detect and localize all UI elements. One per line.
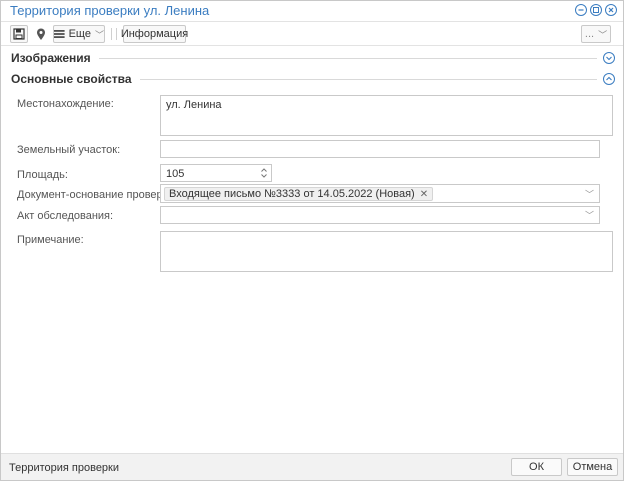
- section-main-title: Основные свойства: [11, 72, 132, 86]
- expand-section-button[interactable]: [603, 52, 615, 64]
- overflow-menu-button[interactable]: ... ﹀: [581, 25, 611, 43]
- area-stepper[interactable]: [260, 166, 268, 180]
- chevron-down-icon[interactable]: ﹀: [585, 187, 594, 200]
- ok-button-label: ОК: [529, 461, 544, 473]
- footer-title: Территория проверки: [9, 462, 120, 474]
- more-menu-button[interactable]: Еще ﹀: [53, 25, 105, 43]
- chevron-up-icon: [606, 76, 612, 81]
- overflow-label: ...: [584, 28, 595, 40]
- inspection-act-label: Акт обследования:: [17, 210, 114, 222]
- note-label: Примечание:: [17, 234, 84, 246]
- basis-document-tag-label: Входящее письмо №3333 от 14.05.2022 (Нов…: [169, 188, 415, 200]
- more-menu-label: Еще: [68, 28, 91, 40]
- close-icon: [608, 7, 614, 13]
- land-plot-field[interactable]: [160, 140, 600, 158]
- window-controls: [575, 4, 617, 16]
- toolbar-separator: [111, 28, 112, 40]
- toolbar-separator: [116, 28, 117, 40]
- area-label: Площадь:: [17, 169, 68, 181]
- maximize-button[interactable]: [590, 4, 602, 16]
- remove-tag-icon[interactable]: ✕: [420, 189, 428, 200]
- cancel-button[interactable]: Отмена: [567, 458, 618, 476]
- info-button[interactable]: Информация: [120, 25, 189, 43]
- location-label: Местонахождение:: [17, 98, 114, 110]
- dialog-window: Территория проверки ул. Ленина Еще ﹀ Инф…: [0, 0, 624, 481]
- minimize-button[interactable]: [575, 4, 587, 16]
- collapse-section-button[interactable]: [603, 73, 615, 85]
- chevron-down-icon: ﹀: [598, 29, 608, 40]
- section-main-header[interactable]: Основные свойства: [11, 71, 615, 87]
- maximize-icon: [593, 7, 599, 13]
- section-divider: [139, 78, 597, 80]
- basis-document-label: Документ-основание проверки:: [17, 189, 177, 201]
- close-button[interactable]: [605, 4, 617, 16]
- section-images-header[interactable]: Изображения: [11, 50, 615, 66]
- chevron-down-icon: [606, 56, 612, 61]
- dialog-footer: Территория проверки ОК Отмена: [1, 453, 623, 480]
- location-field[interactable]: ул. Ленина: [160, 95, 613, 136]
- area-value: 105: [166, 168, 185, 180]
- toolbar: Еще ﹀ Информация ... ﹀: [1, 21, 623, 46]
- note-field[interactable]: [160, 231, 613, 272]
- location-button[interactable]: [33, 26, 49, 42]
- window-title: Территория проверки ул. Ленина: [10, 3, 210, 18]
- map-pin-icon: [37, 28, 45, 40]
- basis-document-field[interactable]: Входящее письмо №3333 от 14.05.2022 (Нов…: [160, 184, 600, 203]
- chevron-down-icon: ﹀: [94, 29, 104, 40]
- hamburger-icon: [54, 30, 65, 38]
- ok-button[interactable]: ОК: [511, 458, 562, 476]
- save-icon: [13, 28, 25, 40]
- cancel-button-label: Отмена: [572, 461, 613, 473]
- section-divider: [98, 57, 597, 59]
- save-button[interactable]: [10, 25, 28, 43]
- section-images-title: Изображения: [11, 51, 91, 65]
- basis-document-tag: Входящее письмо №3333 от 14.05.2022 (Нов…: [164, 187, 434, 201]
- area-field[interactable]: 105: [160, 164, 272, 182]
- inspection-act-field[interactable]: ﹀: [160, 206, 600, 224]
- location-value: ул. Ленина: [166, 99, 222, 111]
- title-bar: Территория проверки ул. Ленина: [1, 1, 623, 20]
- stepper-icon: [261, 168, 267, 178]
- land-plot-label: Земельный участок:: [17, 144, 121, 156]
- chevron-down-icon[interactable]: ﹀: [585, 209, 594, 222]
- info-button-label: Информация: [120, 28, 189, 40]
- minimize-icon: [578, 9, 584, 11]
